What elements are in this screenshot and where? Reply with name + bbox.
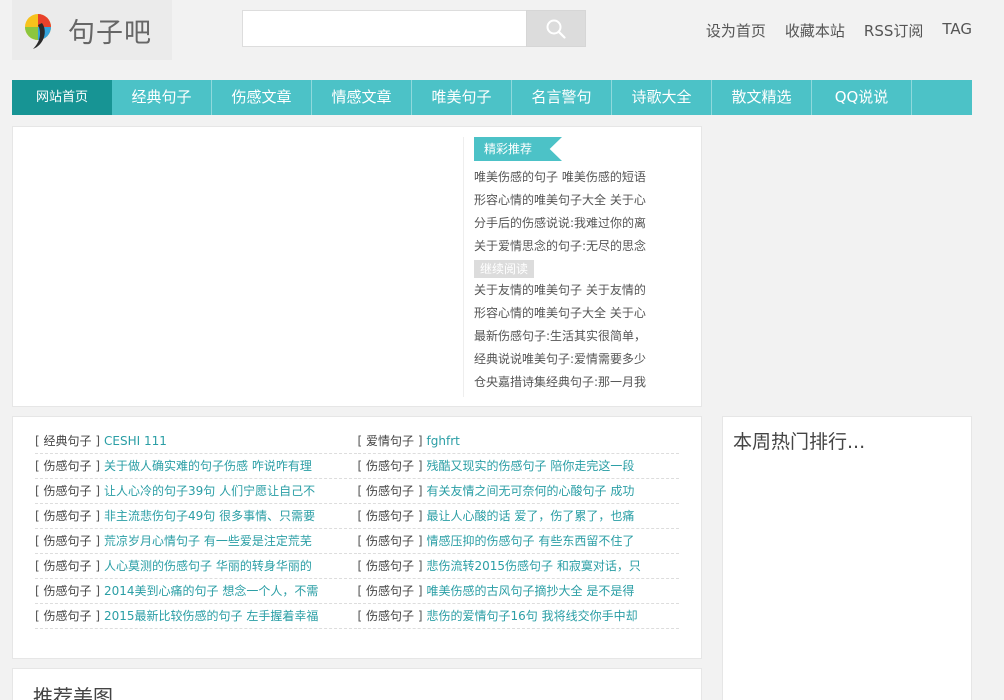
category-label[interactable]: 伤感句子 [44, 534, 92, 548]
article-link[interactable]: 2014美到心痛的句子 想念一个人，不需 [104, 584, 318, 598]
list-item[interactable]: [ 伤感句子 ] 有关友情之间无可奈何的心酸句子 成功 [357, 479, 679, 504]
article-link[interactable]: 2015最新比较伤感的句子 左手握着幸福 [104, 609, 318, 623]
category-label[interactable]: 伤感句子 [366, 509, 414, 523]
recommended-pictures-panel: 推荐美图... [12, 668, 702, 700]
article-link[interactable]: 悲伤流转2015伤感句子 和寂寞对话，只 [427, 559, 641, 573]
list-item[interactable]: [ 爱情句子 ] fghfrt [357, 429, 679, 454]
list-item[interactable]: [ 伤感句子 ] 关于做人确实难的句子伤感 咋说咋有理 [35, 454, 357, 479]
list-item[interactable]: [ 伤感句子 ] 悲伤流转2015伤感句子 和寂寞对话，只 [357, 554, 679, 579]
list-item[interactable]: [ 伤感句子 ] 情感压抑的伤感句子 有些东西留不住了 [357, 529, 679, 554]
category-label[interactable]: 伤感句子 [44, 584, 92, 598]
list-item[interactable]: [ 伤感句子 ] 最让人心酸的话 爱了，伤了累了，也痛 [357, 504, 679, 529]
nav-item-emotion-articles[interactable]: 情感文章 [312, 80, 412, 115]
weekly-hot-panel: 本周热门排行... [722, 416, 972, 700]
rss-link[interactable]: RSS订阅 [864, 20, 923, 41]
list-item[interactable]: [ 伤感句子 ] 悲伤的爱情句子16句 我将线交你手中却 [357, 604, 679, 629]
nav-item-sad-articles[interactable]: 伤感文章 [212, 80, 312, 115]
article-link[interactable]: 人心莫测的伤感句子 华丽的转身华丽的 [104, 559, 312, 573]
list-item[interactable]: [ 伤感句子 ] 残酷又现实的伤感句子 陪你走完这一段 [357, 454, 679, 479]
article-link[interactable]: 非主流悲伤句子49句 很多事情、只需要 [104, 509, 315, 523]
featured-panel: 精彩推荐 唯美伤感的句子 唯美伤感的短语 形容心情的唯美句子大全 关于心 分手后… [12, 126, 702, 407]
list-item[interactable]: [ 经典句子 ] CESHI 111 [35, 429, 357, 454]
category-label[interactable]: 伤感句子 [44, 609, 92, 623]
top-links: 设为首页 收藏本站 RSS订阅 TAG [706, 20, 972, 41]
recommend-list-2: 关于友情的唯美句子 关于友情的 形容心情的唯美句子大全 关于心 最新伤感句子:生… [474, 279, 650, 394]
recommend-item[interactable]: 关于友情的唯美句子 关于友情的 [474, 279, 650, 302]
search-input[interactable] [242, 10, 528, 47]
recommend-item[interactable]: 唯美伤感的句子 唯美伤感的短语 [474, 166, 650, 189]
recommend-item[interactable]: 分手后的伤感说说:我难过你的离 [474, 212, 650, 235]
category-label[interactable]: 伤感句子 [366, 484, 414, 498]
article-column-right: [ 爱情句子 ] fghfrt [ 伤感句子 ] 残酷又现实的伤感句子 陪你走完这一… [357, 429, 679, 629]
list-item[interactable]: [ 伤感句子 ] 2015最新比较伤感的句子 左手握着幸福 [35, 604, 357, 629]
rainbow-leaf-logo-icon [25, 14, 51, 49]
nav-item-classic[interactable]: 经典句子 [112, 80, 212, 115]
list-item[interactable]: [ 伤感句子 ] 荒凉岁月心情句子 有一些爱是注定荒芜 [35, 529, 357, 554]
category-label[interactable]: 经典句子 [44, 434, 92, 448]
category-label[interactable]: 伤感句子 [44, 484, 92, 498]
recommend-list: 唯美伤感的句子 唯美伤感的短语 形容心情的唯美句子大全 关于心 分手后的伤感说说… [474, 166, 650, 280]
nav-item-beautiful[interactable]: 唯美句子 [412, 80, 512, 115]
nav-item-prose[interactable]: 散文精选 [712, 80, 812, 115]
list-item[interactable]: [ 伤感句子 ] 非主流悲伤句子49句 很多事情、只需要 [35, 504, 357, 529]
article-link[interactable]: 情感压抑的伤感句子 有些东西留不住了 [427, 534, 635, 548]
list-item[interactable]: [ 伤感句子 ] 唯美伤感的古风句子摘抄大全 是不是得 [357, 579, 679, 604]
read-more-button[interactable]: 继续阅读 [474, 260, 535, 278]
search-icon [546, 19, 566, 39]
site-logo[interactable]: 句子吧 [12, 0, 172, 60]
article-link[interactable]: 有关友情之间无可奈何的心酸句子 成功 [427, 484, 635, 498]
search-button[interactable] [526, 10, 586, 47]
nav-item-qq[interactable]: QQ说说 [812, 80, 912, 115]
list-item[interactable]: [ 伤感句子 ] 人心莫测的伤感句子 华丽的转身华丽的 [35, 554, 357, 579]
category-label[interactable]: 伤感句子 [366, 584, 414, 598]
site-name: 句子吧 [68, 18, 152, 49]
category-label[interactable]: 伤感句子 [366, 459, 414, 473]
category-label[interactable]: 伤感句子 [44, 559, 92, 573]
article-link[interactable]: 残酷又现实的伤感句子 陪你走完这一段 [427, 459, 635, 473]
article-link[interactable]: 关于做人确实难的句子伤感 咋说咋有理 [104, 459, 312, 473]
category-label[interactable]: 伤感句子 [44, 509, 92, 523]
section-title: 本周热门排行... [733, 431, 866, 453]
recommend-item[interactable]: 经典说说唯美句子:爱情需要多少 [474, 348, 650, 371]
list-item[interactable]: [ 伤感句子 ] 让人心冷的句子39句 人们宁愿让自己不 [35, 479, 357, 504]
article-link[interactable]: 最让人心酸的话 爱了，伤了累了，也痛 [427, 509, 635, 523]
article-link[interactable]: fghfrt [427, 434, 460, 448]
divider [463, 137, 464, 397]
article-link[interactable]: CESHI 111 [104, 434, 167, 448]
main-nav: 网站首页 经典句子 伤感文章 情感文章 唯美句子 名言警句 诗歌大全 散文精选 … [12, 80, 972, 115]
tag-link[interactable]: TAG [942, 20, 972, 41]
article-link[interactable]: 唯美伤感的古风句子摘抄大全 是不是得 [427, 584, 635, 598]
set-homepage-link[interactable]: 设为首页 [706, 20, 766, 41]
nav-item-quotes[interactable]: 名言警句 [512, 80, 612, 115]
article-link[interactable]: 荒凉岁月心情句子 有一些爱是注定荒芜 [104, 534, 312, 548]
article-link[interactable]: 悲伤的爱情句子16句 我将线交你手中却 [427, 609, 638, 623]
category-label[interactable]: 伤感句子 [44, 459, 92, 473]
category-label[interactable]: 伤感句子 [366, 534, 414, 548]
category-label[interactable]: 伤感句子 [366, 609, 414, 623]
article-link[interactable]: 让人心冷的句子39句 人们宁愿让自己不 [104, 484, 315, 498]
recommend-item[interactable]: 形容心情的唯美句子大全 关于心 [474, 189, 650, 212]
recommend-item[interactable]: 形容心情的唯美句子大全 关于心 [474, 302, 650, 325]
nav-item-poems[interactable]: 诗歌大全 [612, 80, 712, 115]
section-title: 推荐美图... [33, 685, 133, 700]
recommend-title: 精彩推荐 [474, 137, 562, 161]
bookmark-link[interactable]: 收藏本站 [785, 20, 845, 41]
list-item[interactable]: [ 伤感句子 ] 2014美到心痛的句子 想念一个人，不需 [35, 579, 357, 604]
recommend-item[interactable]: 关于爱情思念的句子:无尽的思念 [474, 235, 650, 258]
nav-item-home[interactable]: 网站首页 [12, 80, 112, 115]
recommend-item[interactable]: 最新伤感句子:生活其实很简单， [474, 325, 650, 348]
article-list-panel: [ 经典句子 ] CESHI 111 [ 伤感句子 ] 关于做人确实难的句子伤感 咋… [12, 416, 702, 659]
category-label[interactable]: 伤感句子 [366, 559, 414, 573]
category-label[interactable]: 爱情句子 [366, 434, 414, 448]
article-column-left: [ 经典句子 ] CESHI 111 [ 伤感句子 ] 关于做人确实难的句子伤感 咋… [35, 429, 357, 629]
recommend-item[interactable]: 仓央嘉措诗集经典句子:那一月我 [474, 371, 650, 394]
